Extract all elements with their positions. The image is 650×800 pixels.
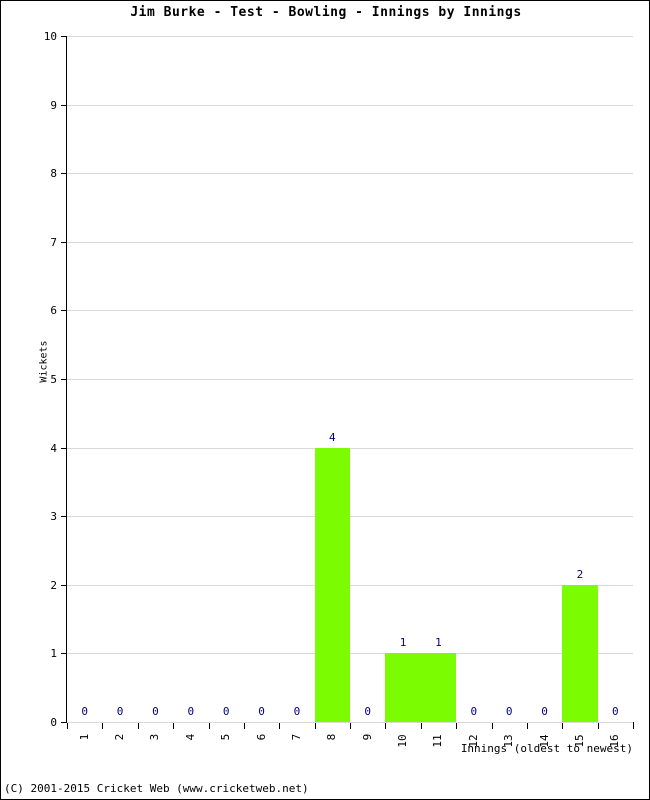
x-tick-mark [208,723,210,729]
x-tick-label: 15 [572,734,586,748]
x-tick-mark [173,723,175,729]
bar-value-label: 0 [612,705,619,718]
y-tick-label: 10 [43,30,57,43]
y-grid-line [67,241,633,243]
y-tick-label: 7 [50,235,57,249]
bowling-innings-chart: Jim Burke - Test - Bowling - Innings by … [0,0,650,800]
bar-value-label: 0 [222,705,230,718]
bar-value-label: 4 [329,430,336,444]
y-tick-mark [61,241,67,243]
x-tick-label: 16 [608,734,622,748]
bar-value-label: 0 [258,705,265,718]
bar-value-label: 0 [152,705,159,718]
x-tick-mark [279,723,281,729]
y-tick-label: 8 [50,167,57,181]
x-tick-label: 2 [113,733,127,741]
y-tick-mark [61,173,67,175]
x-tick-label: 10 [396,734,410,748]
copyright-footer: (C) 2001-2015 Cricket Web (www.cricketwe… [4,782,309,795]
x-tick-mark [102,723,104,729]
y-grid-line [67,653,633,655]
bar [385,653,421,722]
x-tick-mark [350,723,351,729]
bar-value-label: 0 [116,705,124,718]
bar-value-label: 0 [187,705,195,718]
chart-title: Jim Burke - Test - Bowling - Innings by … [130,5,522,20]
x-tick-label: 13 [502,734,516,748]
x-tick-label: 8 [325,733,339,741]
x-tick-mark [243,723,245,729]
y-grid-line [67,447,633,449]
x-tick-mark [491,723,493,729]
bar-value-label: 0 [470,705,478,718]
x-tick-mark [67,723,68,729]
y-tick-mark [61,447,67,449]
x-tick-label: 11 [431,734,445,748]
y-tick-mark [61,516,67,518]
x-tick-mark [314,723,316,729]
y-tick-mark [61,36,67,37]
y-grid-line [67,516,633,518]
x-tick-mark [420,723,422,729]
bar-value-label: 0 [505,705,513,718]
bar-value-label: 0 [541,705,548,718]
y-tick-label: 9 [50,98,57,112]
x-tick-mark [526,723,528,729]
x-tick-mark [562,723,564,729]
x-tick-label: 9 [360,733,374,741]
x-tick-mark [633,723,634,729]
y-tick-mark [61,379,67,380]
y-grid-line [67,173,633,175]
y-tick-label: 1 [50,647,57,661]
y-tick-label: 2 [50,578,57,592]
x-axis-title: Innings (oldest to newest) [460,742,633,755]
y-grid-line [67,584,633,586]
bar [314,447,350,722]
y-tick-mark [61,584,67,586]
x-tick-mark [137,723,139,729]
bar [562,584,598,722]
y-tick-mark [61,104,67,106]
bar-value-label: 2 [576,567,584,581]
bar [420,653,457,722]
y-grid-line [67,310,633,312]
y-tick-label: 4 [50,441,57,455]
x-tick-label: 7 [289,733,303,741]
y-tick-mark [61,310,67,312]
bar-value-label: 0 [293,705,301,718]
y-grid-line [67,36,633,37]
y-grid-line [67,104,633,106]
x-tick-label: 6 [254,733,268,741]
x-tick-label: 5 [219,733,233,741]
bar-value-label: 0 [364,705,371,718]
x-tick-label: 12 [466,734,480,748]
y-tick-mark [61,653,67,655]
y-tick-label: 6 [50,304,57,318]
bar-value-label: 1 [399,636,407,650]
y-tick-label: 0 [50,716,57,729]
x-tick-mark [385,723,387,729]
y-tick-label: 5 [50,373,57,386]
x-tick-label: 14 [537,734,551,748]
x-tick-label: 3 [148,733,162,741]
x-tick-label: 4 [183,733,197,741]
y-tick-label: 3 [50,510,57,524]
bar-value-label: 0 [81,705,88,718]
y-grid-line [67,379,633,380]
plot-area [67,36,633,723]
bar-value-label: 1 [435,636,442,650]
x-tick-label: 1 [77,733,91,741]
x-tick-mark [597,723,599,729]
x-tick-mark [456,723,458,729]
